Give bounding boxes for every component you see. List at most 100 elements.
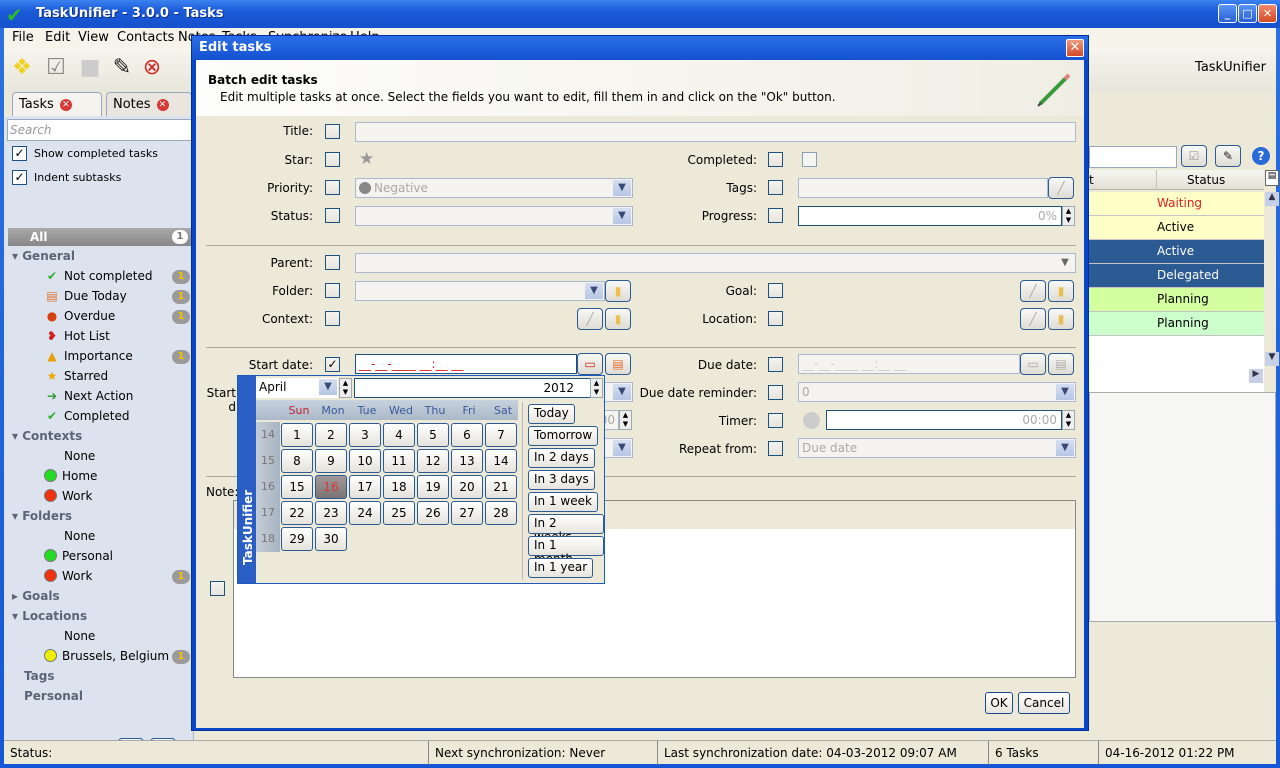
month-select[interactable]: April ▼ [256, 378, 338, 398]
day-16[interactable]: 16 [315, 475, 347, 499]
due-reminder-checkbox[interactable] [768, 385, 783, 400]
quick-date-in-1-week[interactable]: In 1 week [528, 492, 598, 512]
day-3[interactable]: 3 [349, 423, 381, 447]
tree-item-contexts-work[interactable]: Work [44, 489, 92, 507]
day-4[interactable]: 4 [383, 423, 415, 447]
tree-item-contexts-home[interactable]: Home [44, 469, 97, 487]
parent-checkbox[interactable] [325, 255, 340, 270]
timer-spinner[interactable]: ▲ ▼ [1062, 410, 1075, 430]
table-row[interactable]: Planning [1089, 312, 1264, 336]
day-12[interactable]: 12 [417, 449, 449, 473]
start-date-checkbox[interactable]: ✓ [325, 357, 340, 372]
note-view-icon[interactable]: ✎ [1215, 145, 1241, 167]
quick-date-in-2-days[interactable]: In 2 days [528, 448, 595, 468]
completed-value-checkbox[interactable] [802, 152, 817, 167]
day-15[interactable]: 15 [281, 475, 313, 499]
day-14[interactable]: 14 [485, 449, 517, 473]
quick-date-tomorrow[interactable]: Tomorrow [528, 426, 599, 446]
table-row[interactable]: Active [1089, 240, 1264, 264]
year-spinner[interactable]: ▲ ▼ [590, 378, 603, 398]
start-date-input[interactable]: __-__-____ __:__ __ [355, 354, 577, 374]
quick-date-in-2-weeks[interactable]: In 2 weeks [528, 514, 604, 544]
day-25[interactable]: 25 [383, 501, 415, 525]
context-checkbox[interactable] [325, 311, 340, 326]
repeat-from-select[interactable]: Due date ▼ [798, 438, 1076, 458]
tree-item-importance[interactable]: ▲ Importance [44, 349, 132, 367]
filter-input[interactable] [1089, 146, 1177, 168]
edit-tags-button[interactable]: ╱ [1048, 177, 1074, 199]
tree-item-starred[interactable]: ★ Starred [44, 369, 108, 387]
scroll-right-icon[interactable]: ▶ [1249, 369, 1263, 383]
task-view-icon[interactable]: ☑ [1181, 145, 1207, 167]
folder-checkbox[interactable] [325, 283, 340, 298]
day-19[interactable]: 19 [417, 475, 449, 499]
tree-item-locations-brussels-belgium[interactable]: Brussels, Belgium [44, 649, 169, 667]
tree-item-all[interactable]: All 1 [8, 228, 194, 246]
table-row[interactable]: Delegated [1089, 264, 1264, 288]
completed-checkbox[interactable] [768, 152, 783, 167]
ok-button[interactable]: OK [985, 692, 1013, 714]
quick-date-in-1-year[interactable]: In 1 year [528, 558, 594, 578]
tree-item-locations-none[interactable]: None [64, 629, 95, 647]
edit-icon[interactable]: ✎ [108, 54, 136, 82]
tree-item-not-completed[interactable]: ✔ Not completed [44, 269, 153, 287]
chevron-down-icon[interactable]: ▼ [1056, 440, 1074, 456]
menu-contacts[interactable]: Contacts [117, 30, 174, 45]
day-10[interactable]: 10 [349, 449, 381, 473]
tree-header-tags[interactable]: Tags [24, 669, 54, 683]
day-30[interactable]: 30 [315, 527, 347, 551]
tree-header-folders[interactable]: ▾ Folders [12, 509, 72, 523]
show-completed-checkbox[interactable]: ✓ [12, 146, 27, 161]
tree-item-overdue[interactable]: ● Overdue [44, 309, 116, 327]
tree-item-hot-list[interactable]: ❥ Hot List [44, 329, 110, 347]
day-2[interactable]: 2 [315, 423, 347, 447]
day-17[interactable]: 17 [349, 475, 381, 499]
progress-checkbox[interactable] [768, 208, 783, 223]
edit-location-button[interactable]: ╱ [1020, 308, 1046, 330]
tags-checkbox[interactable] [768, 180, 783, 195]
priority-checkbox[interactable] [325, 180, 340, 195]
day-7[interactable]: 7 [485, 423, 517, 447]
indent-subtasks-checkbox[interactable]: ✓ [12, 170, 27, 185]
day-9[interactable]: 9 [315, 449, 347, 473]
tab-tasks[interactable]: Tasks ✕ [12, 92, 102, 116]
scroll-down-icon[interactable]: ▼ [1265, 352, 1279, 366]
duplicate-icon[interactable]: ■ [76, 54, 104, 82]
search-input[interactable]: Search [7, 119, 194, 141]
due-reminder-select[interactable]: 0 ▼ [798, 382, 1076, 402]
day-20[interactable]: 20 [451, 475, 483, 499]
day-29[interactable]: 29 [281, 527, 313, 551]
chevron-down-icon[interactable]: ▼ [1056, 384, 1074, 400]
day-23[interactable]: 23 [315, 501, 347, 525]
minimize-button[interactable]: _ [1218, 4, 1237, 23]
column-header-status[interactable]: Status [1187, 173, 1225, 187]
tree-item-next-action[interactable]: ➔ Next Action [44, 389, 133, 407]
star-icon[interactable]: ★ [359, 149, 374, 169]
menu-file[interactable]: File [12, 30, 34, 45]
tags-input[interactable] [798, 178, 1048, 198]
day-13[interactable]: 13 [451, 449, 483, 473]
edit-goal-button[interactable]: ╱ [1020, 280, 1046, 302]
due-date-checkbox[interactable] [768, 357, 783, 372]
day-21[interactable]: 21 [485, 475, 517, 499]
progress-input[interactable]: 0% [798, 206, 1062, 226]
add-task-icon[interactable]: ☑ [42, 54, 70, 82]
scroll-up-icon[interactable]: ▲ [1265, 192, 1279, 206]
menu-edit[interactable]: Edit [45, 30, 70, 45]
close-tab-icon[interactable]: ✕ [59, 99, 72, 111]
status-checkbox[interactable] [325, 208, 340, 223]
chevron-down-icon[interactable]: ▼ [1056, 255, 1074, 271]
parent-select[interactable]: ▼ [355, 253, 1076, 273]
tree-header-locations[interactable]: ▾ Locations [12, 609, 87, 623]
help-icon[interactable]: ? [1252, 147, 1270, 165]
chevron-down-icon[interactable]: ▼ [319, 379, 337, 395]
priority-select[interactable]: Negative ▼ [355, 178, 633, 198]
folder-select[interactable]: ▼ [355, 281, 605, 301]
chevron-down-icon[interactable]: ▼ [585, 283, 603, 299]
tree-item-folders-personal[interactable]: Personal [44, 549, 113, 567]
due-date-picker-icon[interactable]: ▭ [1020, 353, 1046, 375]
title-input[interactable] [355, 122, 1076, 142]
add-note-icon[interactable]: ❖ [8, 54, 36, 82]
table-row[interactable]: Waiting [1089, 192, 1264, 216]
column-header-partial[interactable]: t [1089, 173, 1094, 187]
